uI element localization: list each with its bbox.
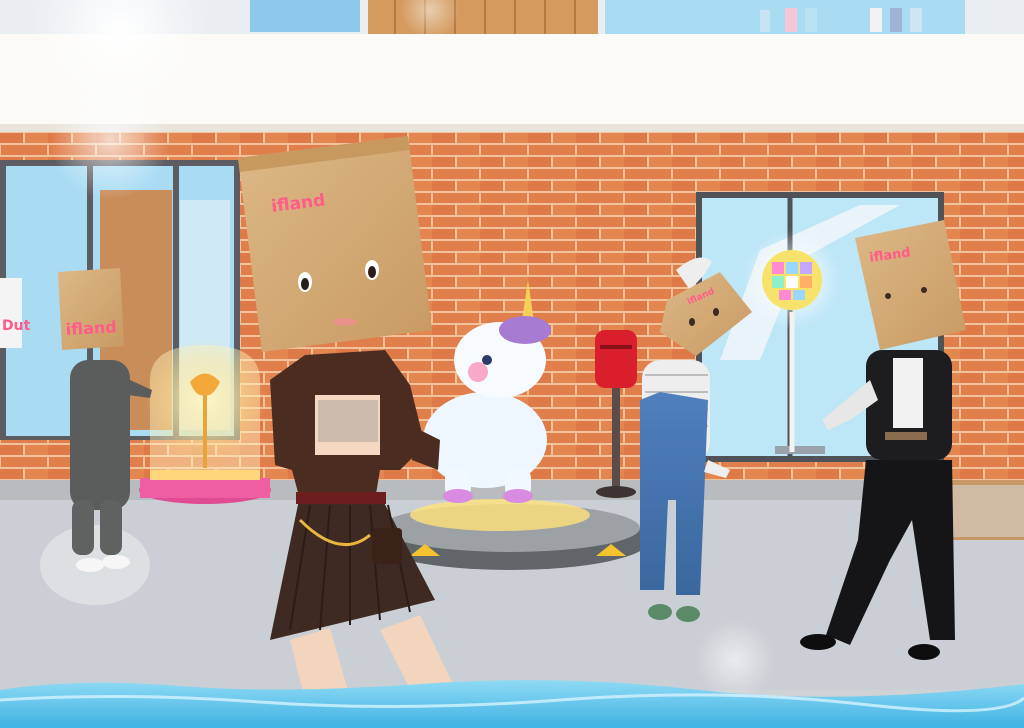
bag-label: ifland — [65, 317, 117, 339]
rose-dome-icon — [139, 340, 271, 504]
paper-bag-icon: ifland — [58, 268, 124, 350]
paper-bag-icon: ifland — [238, 136, 432, 352]
scene-canvas: Dut ifland ifland ifland ifland — [0, 0, 1024, 728]
game-scene: Dut ifland ifland ifland ifland — [0, 0, 1024, 728]
sign-partial-text: Dut — [2, 318, 31, 334]
